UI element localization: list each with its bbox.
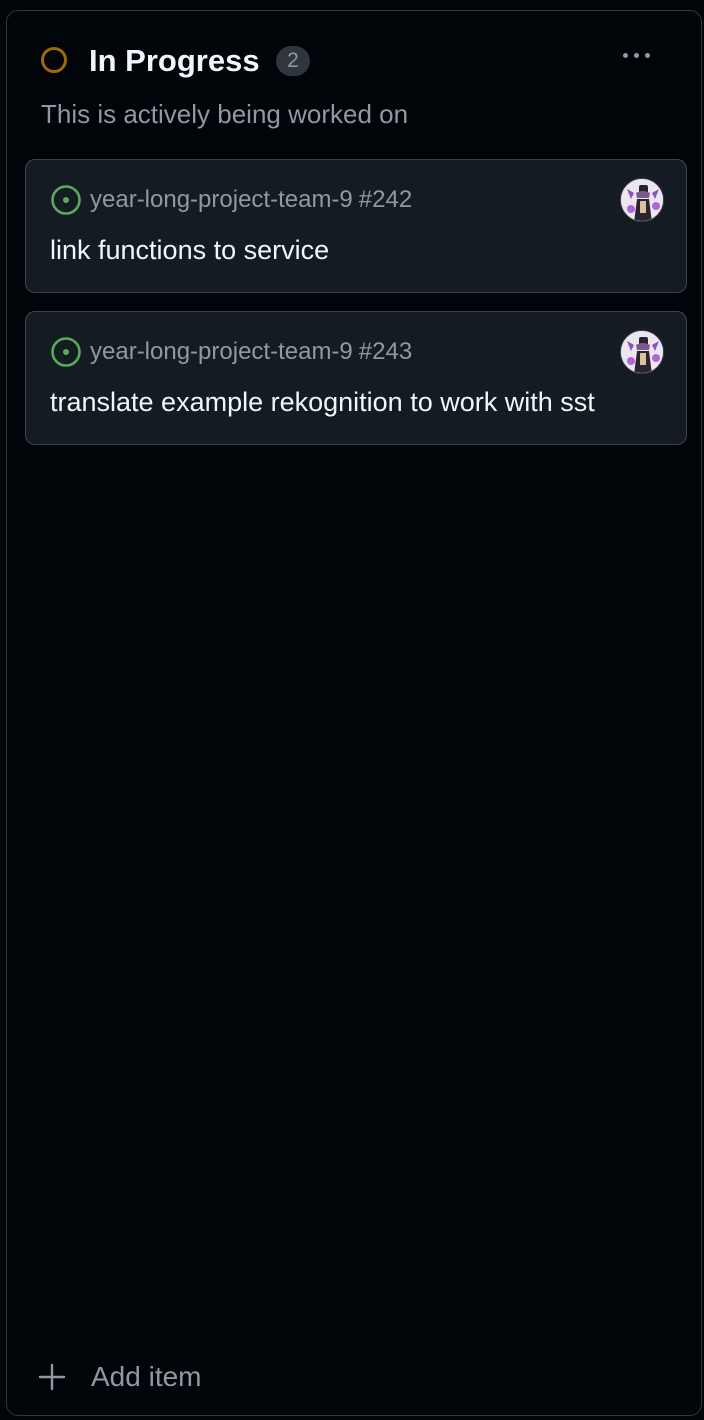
add-item-button[interactable]: Add item — [37, 1357, 202, 1397]
item-count-badge: 2 — [276, 46, 310, 76]
column-header: In Progress 2 This is actively being wor… — [7, 11, 701, 151]
assignee-avatar[interactable] — [620, 178, 664, 222]
repo-name: year-long-project-team-9 — [90, 186, 353, 213]
issue-number: #242 — [358, 186, 413, 213]
avatar-image — [621, 331, 663, 373]
issue-reference[interactable]: year-long-project-team-9 #242 — [90, 184, 412, 216]
issue-title[interactable]: translate example rekognition to work wi… — [50, 384, 595, 420]
plus-icon — [38, 1363, 66, 1391]
board-column: In Progress 2 This is actively being wor… — [6, 10, 702, 1416]
issue-open-icon — [51, 185, 81, 215]
kebab-horizontal-icon — [622, 52, 628, 58]
issue-card[interactable]: year-long-project-team-9 #243 translate e… — [25, 311, 687, 445]
column-title: In Progress — [89, 43, 260, 78]
repo-name: year-long-project-team-9 — [90, 338, 353, 365]
issue-reference[interactable]: year-long-project-team-9 #243 — [90, 336, 412, 368]
issue-number: #243 — [358, 338, 413, 365]
issue-title[interactable]: link functions to service — [50, 232, 329, 268]
column-menu-button[interactable] — [611, 39, 661, 71]
avatar-image — [621, 179, 663, 221]
assignee-avatar[interactable] — [620, 330, 664, 374]
issue-card[interactable]: year-long-project-team-9 #242 link functi… — [25, 159, 687, 293]
column-description: This is actively being worked on — [41, 99, 409, 129]
issue-open-icon — [51, 337, 81, 367]
status-circle-icon — [41, 47, 67, 73]
add-item-label: Add item — [91, 1361, 202, 1392]
